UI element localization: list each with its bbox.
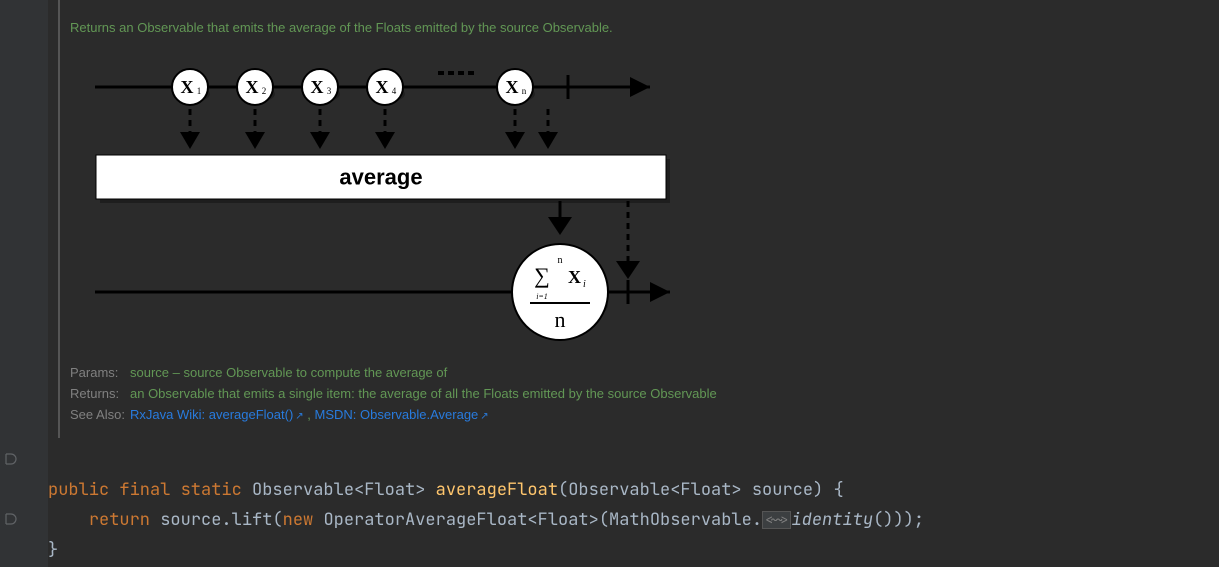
identity-call: identity: [791, 509, 873, 531]
marble-xn: X n: [497, 69, 535, 105]
svg-text:∑: ∑: [534, 263, 550, 288]
svg-text:i: i: [583, 279, 586, 290]
editor-gutter: [0, 0, 48, 567]
seealso-link-msdn[interactable]: MSDN: Observable.Average: [315, 407, 479, 422]
down-arrows-top: [180, 109, 558, 149]
svg-text:n: n: [558, 255, 563, 266]
svg-text:4: 4: [392, 86, 397, 96]
result-marble: n ∑ i=1 X i n: [512, 244, 608, 340]
param-type: Observable<Float>: [568, 479, 741, 501]
returns-label: Returns:: [70, 386, 130, 403]
gutter-icon: [4, 452, 18, 466]
svg-text:n: n: [555, 307, 566, 332]
svg-text:3: 3: [327, 86, 332, 96]
marble-x4: X 4: [367, 69, 405, 105]
param-name: source: [752, 479, 813, 501]
gutter-icon: [4, 512, 18, 526]
seealso-value: RxJava Wiki: averageFloat()↗ , MSDN: Obs…: [130, 407, 489, 424]
svg-text:1: 1: [197, 86, 202, 96]
keyword-return: return: [89, 509, 150, 531]
operator-label: average: [339, 165, 422, 190]
svg-text:X: X: [311, 77, 324, 97]
marble-x2: X 2: [237, 69, 275, 105]
svg-text:2: 2: [262, 86, 267, 96]
seealso-label: See Also:: [70, 407, 130, 424]
marble-x1: X 1: [172, 69, 210, 105]
svg-text:n: n: [522, 86, 527, 96]
params-label: Params:: [70, 365, 130, 382]
svg-text:i=1: i=1: [536, 292, 548, 301]
external-link-icon: ↗: [480, 411, 488, 422]
code-block[interactable]: public final static Observable<Float> av…: [48, 445, 924, 565]
seealso-link-rxjava[interactable]: RxJava Wiki: averageFloat(): [130, 407, 293, 422]
external-link-icon: ↗: [295, 411, 303, 422]
javadoc-summary: Returns an Observable that emits the ave…: [70, 20, 1168, 35]
returns-value: an Observable that emits a single item: …: [130, 386, 717, 403]
method-name: averageFloat: [436, 479, 558, 501]
keyword-static: static: [181, 479, 242, 501]
return-type: Observable<Float>: [252, 479, 425, 501]
marble-diagram: X 1 X 2 X 3 X 4: [90, 47, 670, 347]
svg-text:X: X: [376, 77, 389, 97]
javadoc-panel: Returns an Observable that emits the ave…: [58, 0, 1168, 438]
javadoc-tags: Params: source – source Observable to co…: [70, 365, 1168, 424]
folded-region[interactable]: <~>: [762, 511, 791, 529]
keyword-new: new: [283, 509, 314, 531]
params-value: source – source Observable to compute th…: [130, 365, 447, 382]
keyword-public: public: [48, 479, 109, 501]
svg-text:X: X: [506, 77, 519, 97]
svg-text:X: X: [246, 77, 259, 97]
svg-text:X: X: [568, 267, 581, 287]
keyword-final: final: [119, 479, 170, 501]
marble-x3: X 3: [302, 69, 340, 105]
svg-text:X: X: [181, 77, 194, 97]
